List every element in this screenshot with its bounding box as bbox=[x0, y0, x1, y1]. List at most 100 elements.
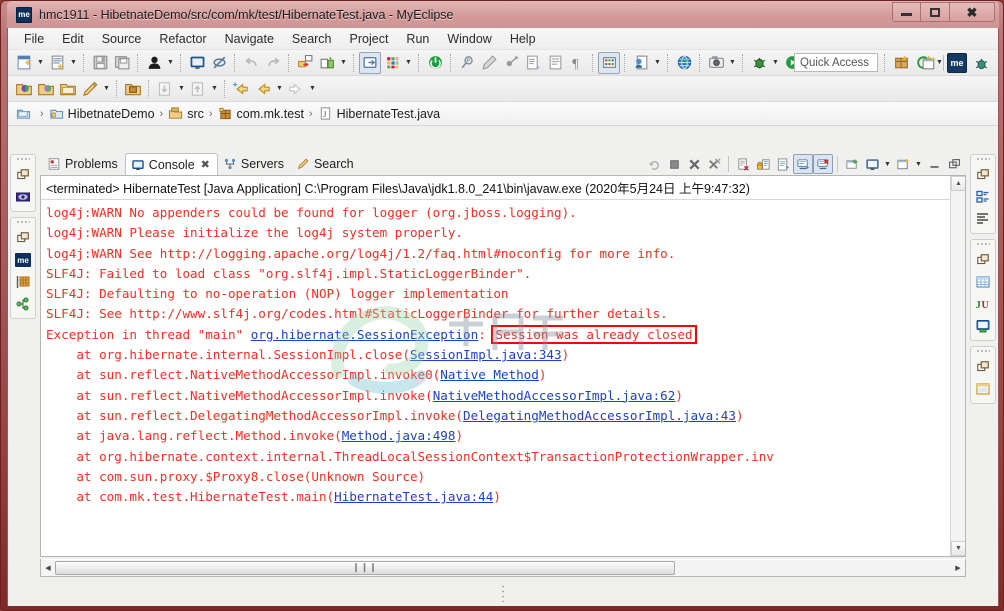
menu-help[interactable]: Help bbox=[502, 30, 544, 48]
power-icon[interactable] bbox=[424, 52, 446, 74]
stack-trace-link[interactable]: NativeMethodAccessorImpl.java:62 bbox=[433, 388, 676, 403]
drag-handle[interactable] bbox=[16, 157, 30, 162]
console-output-area[interactable]: <terminated> HibernateTest [Java Applica… bbox=[40, 175, 966, 557]
new-wizard-icon[interactable] bbox=[13, 52, 35, 74]
redo-icon[interactable] bbox=[262, 52, 284, 74]
task-list-icon[interactable] bbox=[973, 209, 993, 229]
toggle-breakpoint-icon[interactable] bbox=[208, 52, 230, 74]
stack-trace-link[interactable]: Method.java:498 bbox=[342, 428, 456, 443]
menu-search[interactable]: Search bbox=[284, 30, 340, 48]
user-account-dropdown-icon[interactable]: ▼ bbox=[165, 52, 176, 74]
tab-console[interactable]: Console ✖ bbox=[124, 153, 218, 175]
outline-icon[interactable] bbox=[973, 187, 993, 207]
search-tag-icon[interactable]: P bbox=[456, 52, 478, 74]
open-resource-icon[interactable] bbox=[13, 78, 35, 100]
snapshot-icon[interactable] bbox=[705, 52, 727, 74]
menu-run[interactable]: Run bbox=[398, 30, 437, 48]
stack-trace-link[interactable]: DelegatingMethodAccessorImpl.java:43 bbox=[463, 408, 736, 423]
close-button[interactable]: ✖ bbox=[950, 2, 995, 22]
junit-icon[interactable]: JU bbox=[973, 294, 993, 314]
minimize-button[interactable] bbox=[892, 2, 921, 22]
breadcrumb-item-file[interactable]: J HibernateTest.java bbox=[318, 106, 440, 121]
console-horizontal-scrollbar[interactable]: ◀ ❙❙❙ ▶ bbox=[40, 559, 966, 577]
pencil-edit-icon[interactable] bbox=[79, 78, 101, 100]
user-account-icon[interactable] bbox=[143, 52, 165, 74]
back-dropdown-icon[interactable]: ▼ bbox=[274, 78, 285, 100]
forward-dropdown-icon[interactable]: ▼ bbox=[307, 78, 318, 100]
stack-trace-link[interactable]: SessionImpl.java:343 bbox=[410, 347, 562, 362]
grid-icon[interactable] bbox=[598, 51, 620, 74]
panel-resize-handle[interactable] bbox=[501, 584, 505, 602]
open-perspective-icon[interactable] bbox=[359, 51, 381, 74]
previous-annotation-icon[interactable] bbox=[154, 78, 176, 100]
menu-window[interactable]: Window bbox=[439, 30, 499, 48]
scroll-left-arrow[interactable]: ◀ bbox=[41, 560, 55, 576]
open-project-icon[interactable] bbox=[57, 78, 79, 100]
pin-console-icon[interactable] bbox=[842, 154, 862, 174]
minimize-view-icon[interactable] bbox=[924, 154, 944, 174]
undo-icon[interactable] bbox=[240, 52, 262, 74]
show-console-on-output-icon[interactable] bbox=[793, 154, 813, 174]
stack-trace-link[interactable]: org.hibernate.SessionException bbox=[251, 327, 478, 342]
save-icon[interactable] bbox=[89, 52, 111, 74]
display-selected-console-dropdown-icon[interactable]: ▼ bbox=[882, 153, 893, 175]
pilcrow-icon[interactable]: ¶ bbox=[566, 52, 588, 74]
breadcrumb-item-workspace[interactable] bbox=[16, 106, 35, 121]
clear-console-icon[interactable] bbox=[733, 154, 753, 174]
next-annotation-icon[interactable] bbox=[187, 78, 209, 100]
debug-dropdown-icon[interactable]: ▼ bbox=[770, 52, 781, 74]
scroll-down-arrow[interactable]: ▼ bbox=[951, 541, 965, 556]
remove-all-terminated-icon[interactable] bbox=[704, 154, 724, 174]
previous-annotation-dropdown-icon[interactable]: ▼ bbox=[176, 78, 187, 100]
pencil-icon[interactable] bbox=[478, 52, 500, 74]
restore-icon[interactable] bbox=[973, 250, 993, 270]
remote-debug-icon[interactable] bbox=[500, 52, 522, 74]
color-palette-icon[interactable] bbox=[381, 52, 403, 74]
forward-icon[interactable] bbox=[285, 78, 307, 100]
perspective-myeclipse-button[interactable]: me bbox=[947, 53, 967, 73]
new-java-class-icon[interactable] bbox=[46, 52, 68, 74]
window-icon[interactable] bbox=[973, 379, 993, 399]
menu-project[interactable]: Project bbox=[342, 30, 397, 48]
scroll-up-arrow[interactable]: ▲ bbox=[951, 176, 965, 191]
display-selected-console-icon[interactable] bbox=[862, 154, 882, 174]
snapshot-dropdown-icon[interactable]: ▼ bbox=[727, 52, 738, 74]
save-all-icon[interactable] bbox=[111, 52, 133, 74]
drag-handle[interactable] bbox=[16, 220, 30, 225]
open-package-icon[interactable] bbox=[122, 78, 144, 100]
perspective-debug-button[interactable] bbox=[970, 52, 992, 74]
stack-trace-link[interactable]: Native Method bbox=[440, 367, 539, 382]
new-java-class-dropdown-icon[interactable]: ▼ bbox=[68, 52, 79, 74]
menu-file[interactable]: File bbox=[16, 30, 52, 48]
open-type-icon[interactable] bbox=[522, 52, 544, 74]
import-icon[interactable] bbox=[294, 52, 316, 74]
hscroll-thumb[interactable]: ❙❙❙ bbox=[55, 560, 675, 575]
export-icon[interactable] bbox=[316, 52, 338, 74]
open-folder-icon[interactable] bbox=[35, 78, 57, 100]
next-annotation-dropdown-icon[interactable]: ▼ bbox=[209, 78, 220, 100]
maximize-view-icon[interactable] bbox=[944, 154, 964, 174]
explorer-icon[interactable] bbox=[13, 187, 33, 207]
package-icon[interactable] bbox=[890, 52, 912, 74]
console-green-icon[interactable] bbox=[973, 316, 993, 336]
export-dropdown-icon[interactable]: ▼ bbox=[338, 52, 349, 74]
new-report-dropdown-icon[interactable]: ▼ bbox=[652, 52, 663, 74]
restore-icon[interactable] bbox=[13, 165, 33, 185]
debug-icon[interactable] bbox=[748, 52, 770, 74]
tab-servers[interactable]: Servers bbox=[218, 153, 291, 175]
open-console-icon[interactable] bbox=[186, 52, 208, 74]
menu-navigate[interactable]: Navigate bbox=[217, 30, 282, 48]
hierarchy-icon[interactable] bbox=[13, 294, 33, 314]
menu-edit[interactable]: Edit bbox=[54, 30, 92, 48]
back-icon[interactable] bbox=[252, 78, 274, 100]
web-browser-icon[interactable] bbox=[673, 52, 695, 74]
restore-icon[interactable] bbox=[973, 165, 993, 185]
hscroll-track-area[interactable]: ◀ ❙❙❙ ▶ bbox=[41, 559, 965, 576]
tab-search[interactable]: Search bbox=[291, 153, 361, 175]
console-vertical-scrollbar[interactable]: ▲ ▼ bbox=[950, 176, 965, 556]
breadcrumb-item-package[interactable]: com.mk.test bbox=[218, 106, 304, 121]
breadcrumb-item-src[interactable]: src bbox=[168, 106, 204, 121]
drag-handle[interactable] bbox=[976, 349, 990, 354]
terminate-icon[interactable] bbox=[664, 154, 684, 174]
menu-refactor[interactable]: Refactor bbox=[151, 30, 214, 48]
